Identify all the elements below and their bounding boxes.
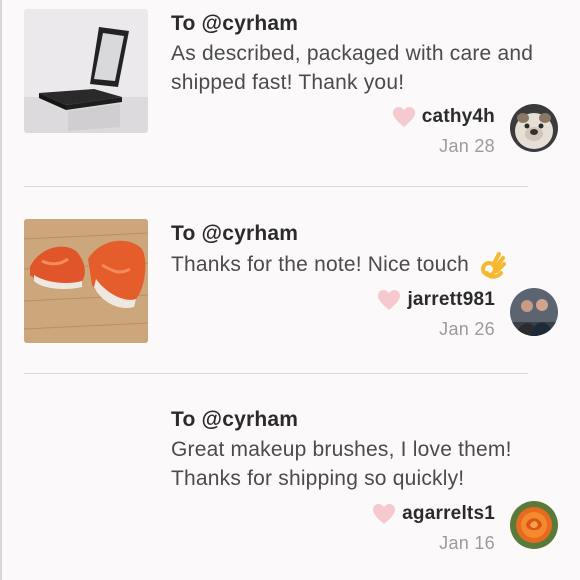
review-meta: agarrelts1 Jan 16 xyxy=(372,503,495,554)
review-meta: jarrett981 Jan 26 xyxy=(377,289,495,340)
heart-icon[interactable] xyxy=(372,503,396,525)
mirror-photo xyxy=(24,9,148,133)
review-recipient: To @cyrham xyxy=(171,12,299,35)
heart-icon[interactable] xyxy=(392,106,416,128)
listing-thumbnail[interactable] xyxy=(24,9,148,133)
reviewer-username[interactable]: jarrett981 xyxy=(407,289,495,311)
reviewer-avatar[interactable] xyxy=(510,104,558,152)
divider xyxy=(24,186,528,187)
divider xyxy=(24,373,528,374)
window-edge xyxy=(0,0,2,580)
sneakers-photo xyxy=(24,219,148,343)
reviewer-username[interactable]: cathy4h xyxy=(422,106,495,128)
review-text: Great makeup brushes, I love them! Thank… xyxy=(171,438,512,490)
review-text-content: Thanks for the note! Nice touch xyxy=(171,253,470,276)
heart-icon[interactable] xyxy=(377,289,401,311)
listing-thumbnail[interactable] xyxy=(24,219,148,343)
review-date: Jan 28 xyxy=(439,136,495,156)
review-recipient: To @cyrham xyxy=(171,408,299,431)
rose-avatar xyxy=(510,501,558,549)
reviewer-username[interactable]: agarrelts1 xyxy=(402,503,495,525)
reviewer-avatar[interactable] xyxy=(510,501,558,549)
review-text: Thanks for the note! Nice touch xyxy=(171,250,551,280)
review-meta: cathy4h Jan 28 xyxy=(392,106,495,157)
couple-avatar xyxy=(510,288,558,336)
bulldog-avatar xyxy=(510,104,558,152)
review-date: Jan 26 xyxy=(439,319,495,339)
review-recipient: To @cyrham xyxy=(171,222,299,245)
reviewer-avatar[interactable] xyxy=(510,288,558,336)
ok-hand-emoji xyxy=(481,252,507,280)
review-text: As described, packaged with care and shi… xyxy=(171,42,534,94)
review-date: Jan 16 xyxy=(439,533,495,553)
